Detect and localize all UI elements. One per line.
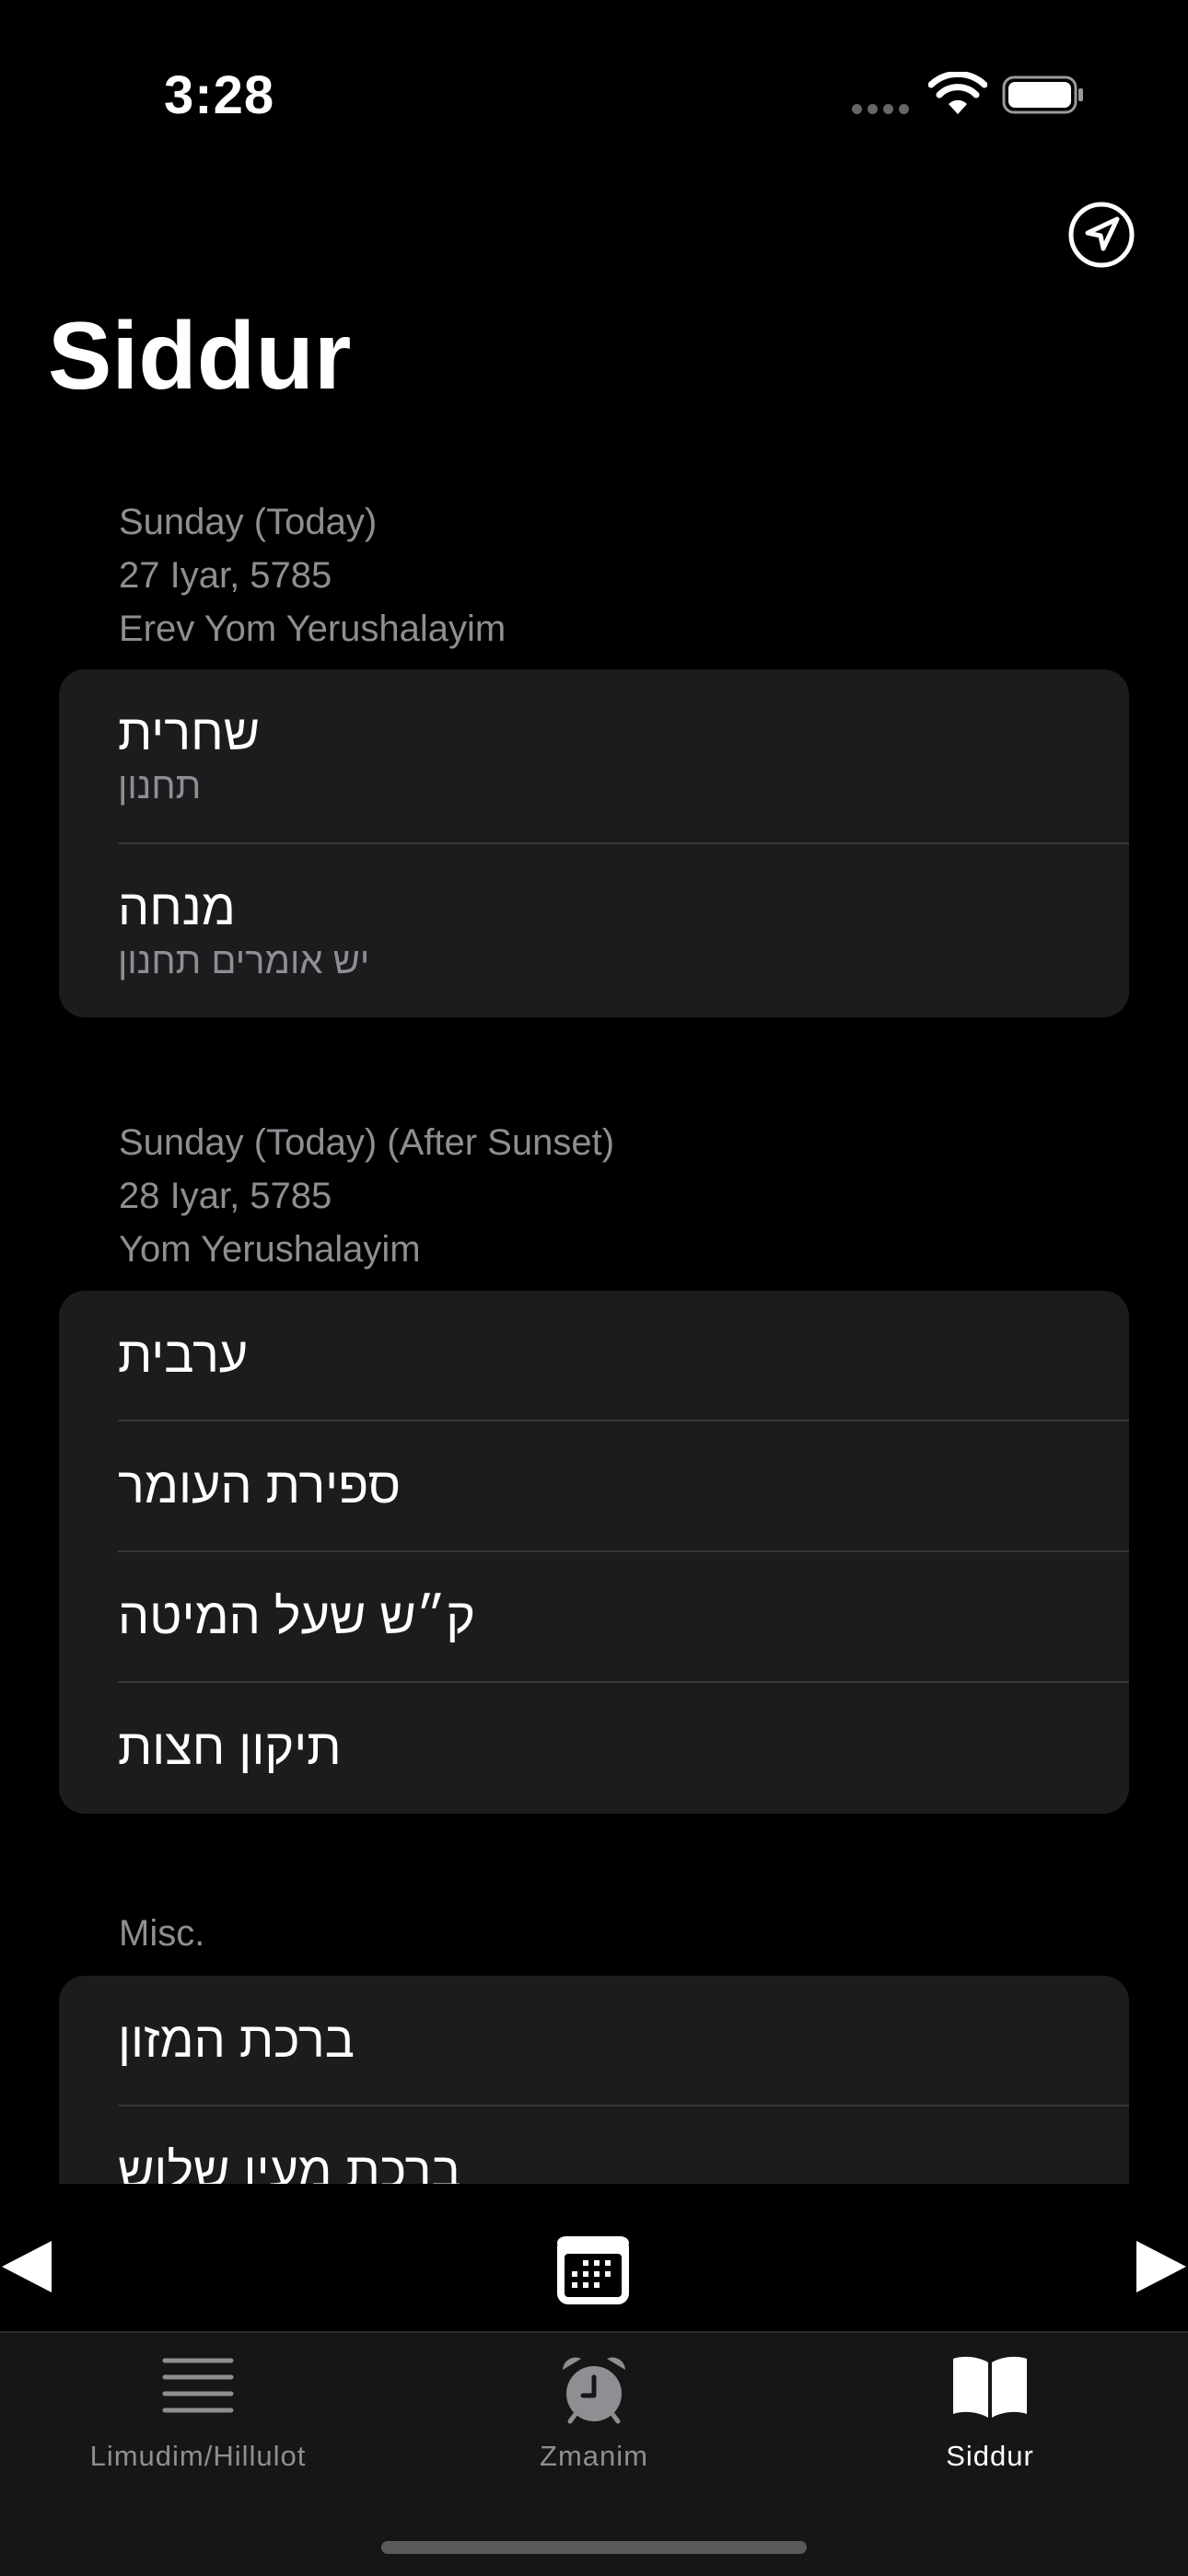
section-header-after-sunset: Sunday (Today) (After Sunset) 28 Iyar, 5… xyxy=(119,1116,614,1276)
list-item-title: תיקון חצות xyxy=(118,1720,342,1775)
tab-label: Limudim/Hillulot xyxy=(89,2440,307,2472)
next-day-button[interactable] xyxy=(1135,2239,1188,2294)
prayer-list-today: שחרית תחנון מנחה יש אומרים תחנון xyxy=(59,669,1129,1017)
tab-siddur[interactable]: Siddur xyxy=(792,2333,1188,2517)
section-header-label: Misc. xyxy=(119,1913,205,1954)
section-header-misc: Misc. xyxy=(119,1907,204,1960)
tab-bar: Limudim/Hillulot Zmanim Siddur xyxy=(0,2331,1188,2576)
list-item-title: ספירת העומר xyxy=(118,1458,402,1514)
status-time: 3:28 xyxy=(164,65,275,125)
tab-label: Siddur xyxy=(946,2440,1034,2472)
page-title: Siddur xyxy=(48,303,352,410)
book-icon xyxy=(953,2356,1027,2418)
alarm-clock-icon xyxy=(563,2357,625,2424)
list-item-title: ק״ש שעל המיטה xyxy=(118,1589,476,1644)
section-header-hebrew-date: 27 Iyar, 5785 xyxy=(119,555,332,596)
battery-icon xyxy=(1002,75,1083,114)
prayer-list-evening: ערבית ספירת העומר ק״ש שעל המיטה תיקון חצ… xyxy=(59,1291,1129,1814)
list-item-sefirat-haomer[interactable]: ספירת העומר xyxy=(118,1421,1129,1552)
list-icon xyxy=(162,2358,234,2413)
section-header-occasion: Erev Yom Yerushalayim xyxy=(119,609,507,649)
list-item-title: ערבית xyxy=(118,1328,249,1383)
list-item-birkat-hamazon[interactable]: ברכת המזון xyxy=(118,1976,1129,2106)
section-header-occasion: Yom Yerushalayim xyxy=(119,1229,421,1270)
list-item-shacharit[interactable]: שחרית תחנון xyxy=(118,669,1129,844)
home-indicator[interactable] xyxy=(381,2541,807,2554)
tab-zmanim[interactable]: Zmanim xyxy=(396,2333,792,2517)
previous-day-button[interactable] xyxy=(0,2239,52,2294)
prayer-list-misc: ברכת המזון ברכת מעין שלוש xyxy=(59,1976,1129,2184)
list-item-subtitle: יש אומרים תחנון xyxy=(118,941,370,981)
list-item-subtitle: תחנון xyxy=(118,766,202,806)
tab-limudim[interactable]: Limudim/Hillulot xyxy=(0,2333,396,2517)
wifi-icon xyxy=(928,72,987,114)
section-header-hebrew-date: 28 Iyar, 5785 xyxy=(119,1176,332,1216)
list-item-meein-shalosh[interactable]: ברכת מעין שלוש xyxy=(118,2106,1129,2184)
cellular-signal-icon xyxy=(852,104,909,115)
calendar-icon[interactable] xyxy=(554,2234,632,2307)
list-item-title: ברכת המזון xyxy=(118,2013,355,2068)
status-bar: 3:28 xyxy=(0,0,1188,138)
list-item-mincha[interactable]: מנחה יש אומרים תחנון xyxy=(118,844,1129,1017)
list-item-title: מנחה xyxy=(118,880,236,935)
list-item-title: שחרית xyxy=(118,705,261,760)
section-header-today: Sunday (Today) 27 Iyar, 5785 Erev Yom Ye… xyxy=(119,495,506,656)
section-header-day: Sunday (Today) (After Sunset) xyxy=(119,1122,615,1163)
tab-label: Zmanim xyxy=(540,2440,648,2472)
list-scroll-clip: ברכת המזון ברכת מעין שלוש xyxy=(0,1967,1188,2184)
list-item-kriat-shema[interactable]: ק״ש שעל המיטה xyxy=(118,1552,1129,1683)
section-header-day: Sunday (Today) xyxy=(119,502,378,542)
list-item-arvit[interactable]: ערבית xyxy=(118,1291,1129,1421)
location-arrow-button[interactable] xyxy=(1067,201,1136,269)
list-item-title: ברכת מעין שלוש xyxy=(118,2143,461,2184)
list-item-tikkun-chatzot[interactable]: תיקון חצות xyxy=(118,1683,1129,1814)
